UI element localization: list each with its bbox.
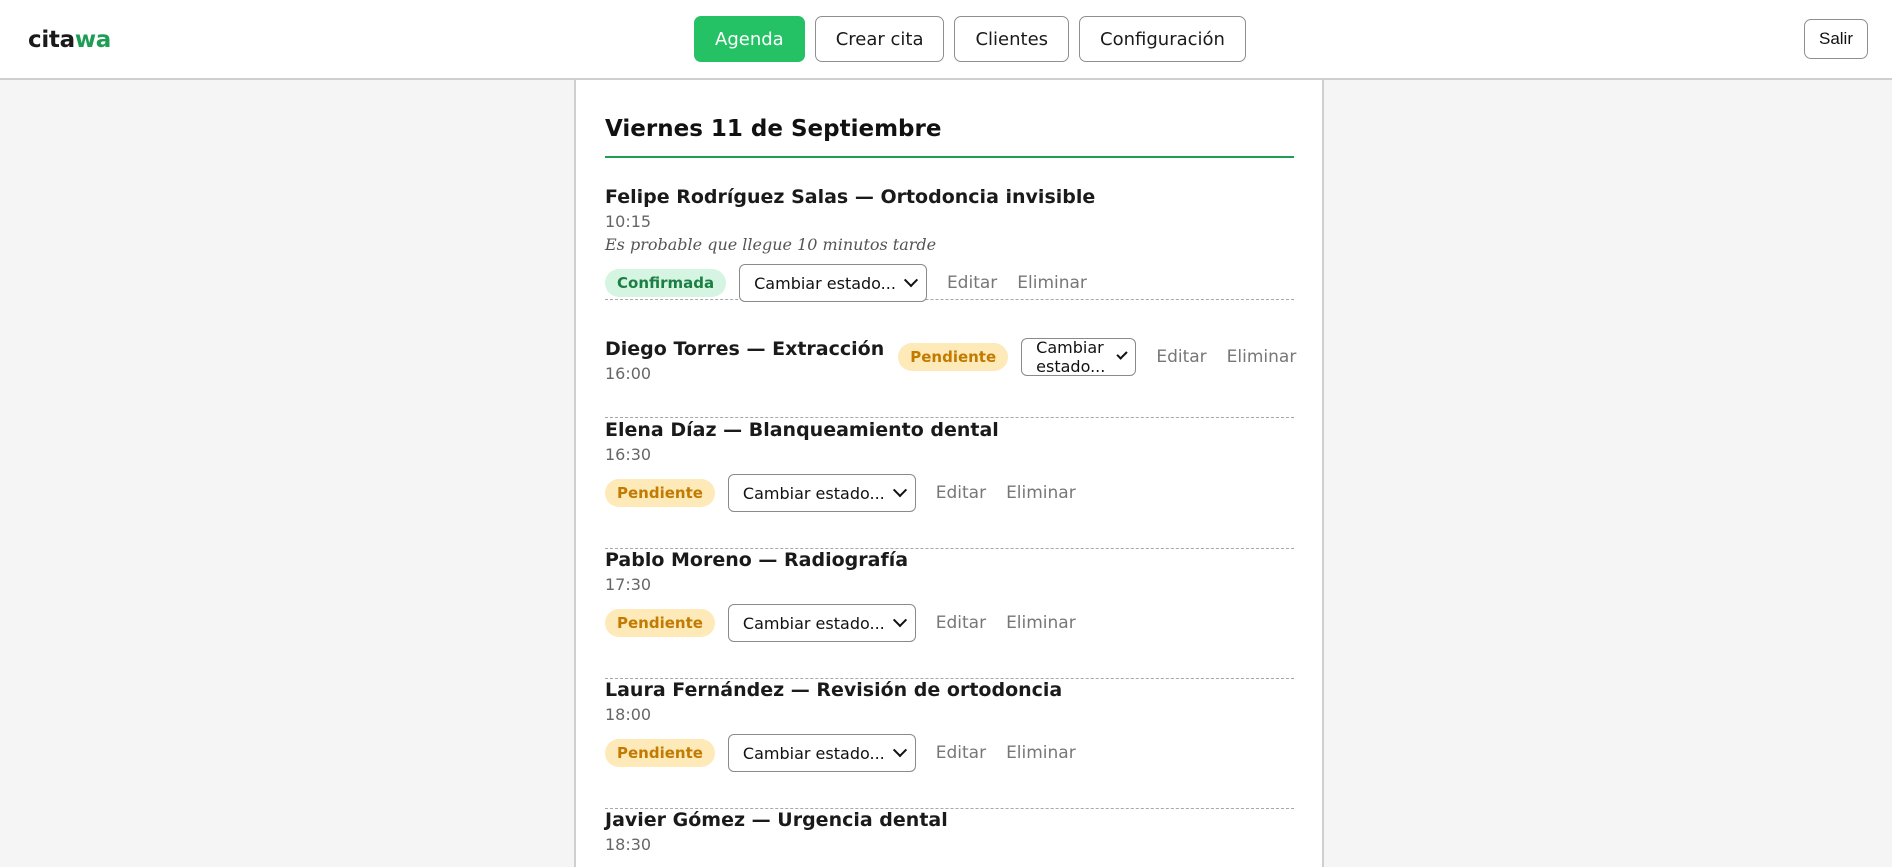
nav-create-appointment-button[interactable]: Crear cita (814, 16, 945, 62)
status-select-value: Cambiar estado... (742, 613, 885, 633)
nav-clients-button[interactable]: Clientes (954, 16, 1070, 62)
nav-settings-button[interactable]: Configuración (1079, 16, 1246, 62)
appointment-actions: Pendiente Cambiar estado... Editar Elimi… (605, 604, 1294, 642)
appointment-title: Pablo Moreno — Radiografía (605, 549, 909, 571)
delete-link[interactable]: Eliminar (1006, 483, 1076, 503)
top-navigation-bar: citawa Agenda Crear cita Clientes Config… (0, 0, 1892, 80)
appointment-title: Diego Torres — Extracción (605, 338, 885, 360)
status-badge: Pendiente (605, 609, 715, 637)
status-badge: Pendiente (605, 739, 715, 767)
appointment-actions: Pendiente Cambiar estado... Editar Elimi… (605, 474, 1294, 512)
delete-link[interactable]: Eliminar (1006, 743, 1076, 763)
edit-link[interactable]: Editar (936, 483, 986, 503)
appointment-actions: Confirmada Cambiar estado... Editar Elim… (605, 264, 1294, 302)
appointment-item: Elena Díaz — Blanqueamiento dental 16:30… (605, 419, 1294, 549)
delete-link[interactable]: Eliminar (1006, 613, 1076, 633)
chevron-down-icon (892, 613, 907, 628)
status-select[interactable]: Cambiar estado... (739, 264, 927, 302)
appointment-actions: Pendiente Cambiar estado... Editar Elimi… (898, 338, 1296, 376)
app-logo[interactable]: citawa (28, 27, 111, 53)
status-select[interactable]: Cambiar estado... (1021, 338, 1137, 376)
status-select[interactable]: Cambiar estado... (727, 604, 916, 642)
edit-link[interactable]: Editar (947, 273, 997, 293)
logo-text-part2: wa (74, 27, 112, 53)
status-select[interactable]: Cambiar estado... (727, 734, 916, 772)
status-select-value: Cambiar estado... (742, 743, 885, 763)
appointment-time: 18:00 (605, 705, 652, 724)
appointment-title: Javier Gómez — Urgencia dental (605, 809, 948, 831)
status-badge: Pendiente (898, 343, 1009, 371)
appointment-time: 10:15 (605, 212, 652, 231)
edit-link[interactable]: Editar (936, 743, 986, 763)
chevron-down-icon (903, 273, 919, 288)
status-select[interactable]: Cambiar estado... (727, 474, 916, 512)
edit-link[interactable]: Editar (936, 613, 986, 633)
nav-agenda-button[interactable]: Agenda (694, 16, 805, 62)
appointment-item: Laura Fernández — Revisión de ortodoncia… (605, 679, 1294, 809)
delete-link[interactable]: Eliminar (1017, 273, 1087, 293)
logout-button[interactable]: Salir (1803, 19, 1868, 59)
delete-link[interactable]: Eliminar (1227, 347, 1297, 367)
chevron-down-icon (892, 743, 907, 758)
status-select-value: Cambiar estado... (742, 483, 885, 503)
appointment-time: 16:30 (605, 445, 652, 464)
appointment-item: Pablo Moreno — Radiografía 17:30 Pendien… (605, 549, 1294, 679)
appointment-item: Javier Gómez — Urgencia dental 18:30 (605, 809, 1294, 867)
appointment-title: Elena Díaz — Blanqueamiento dental (605, 419, 999, 441)
appointment-time: 18:30 (605, 835, 652, 854)
appointment-inline-row: Diego Torres — Extracción 16:00 Pendient… (605, 338, 1296, 383)
appointment-item: Diego Torres — Extracción 16:00 Pendient… (605, 338, 1296, 418)
logo-text-part1: cita (28, 27, 75, 53)
status-badge: Pendiente (605, 479, 715, 507)
status-select-value: Cambiar estado... (1036, 338, 1106, 376)
appointment-time: 17:30 (605, 575, 652, 594)
appointment-title: Laura Fernández — Revisión de ortodoncia (605, 679, 1063, 701)
status-select-value: Cambiar estado... (754, 273, 896, 293)
appointment-info: Diego Torres — Extracción 16:00 (605, 338, 884, 383)
status-badge: Confirmada (605, 269, 727, 297)
day-heading: Viernes 11 de Septiembre (605, 116, 1294, 158)
appointment-title: Felipe Rodríguez Salas — Ortodoncia invi… (605, 186, 1096, 208)
appointment-time: 16:00 (605, 364, 652, 383)
edit-link[interactable]: Editar (1156, 347, 1206, 367)
appointment-note: Es probable que llegue 10 minutos tarde (605, 235, 937, 254)
agenda-panel: Viernes 11 de Septiembre Felipe Rodrígue… (574, 80, 1324, 867)
chevron-down-icon (1116, 348, 1128, 360)
appointment-item: Felipe Rodríguez Salas — Ortodoncia invi… (605, 186, 1294, 302)
appointment-actions: Pendiente Cambiar estado... Editar Elimi… (605, 734, 1294, 772)
main-nav: Agenda Crear cita Clientes Configuración (694, 16, 1246, 62)
chevron-down-icon (892, 483, 907, 498)
